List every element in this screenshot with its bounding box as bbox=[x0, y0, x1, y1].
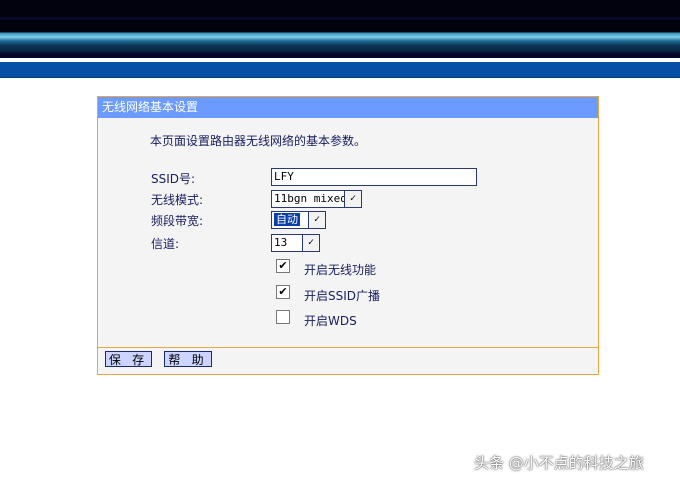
save-button[interactable]: 保 存 bbox=[105, 351, 152, 367]
intro-text: 本页面设置路由器无线网络的基本参数。 bbox=[150, 134, 367, 148]
enable-wds-label: 开启WDS bbox=[304, 314, 357, 328]
divider bbox=[98, 347, 598, 348]
mode-label: 无线模式: bbox=[151, 193, 204, 207]
enable-wireless-label: 开启无线功能 bbox=[304, 263, 377, 277]
mode-value: 11bgn mixed bbox=[274, 192, 347, 205]
help-button[interactable]: 帮 助 bbox=[164, 351, 212, 367]
wireless-settings-panel: 无线网络基本设置 本页面设置路由器无线网络的基本参数。 SSID号: LFY 无… bbox=[97, 96, 599, 375]
bandwidth-value: 自动 bbox=[274, 213, 300, 226]
channel-value: 13 bbox=[274, 236, 288, 249]
channel-select[interactable]: 13 ✓ bbox=[271, 234, 320, 252]
bandwidth-select[interactable]: 自动 ✓ bbox=[271, 211, 326, 229]
bandwidth-label: 频段带宽: bbox=[151, 214, 204, 228]
chevron-down-icon: ✓ bbox=[308, 212, 325, 228]
watermark: 头条 @小不点的科技之旅 bbox=[474, 454, 644, 472]
panel-title: 无线网络基本设置 bbox=[98, 97, 598, 118]
mode-select[interactable]: 11bgn mixed ✓ bbox=[271, 190, 362, 208]
ssid-value: LFY bbox=[274, 170, 294, 183]
ssid-label: SSID号: bbox=[151, 172, 196, 186]
chevron-down-icon: ✓ bbox=[302, 235, 319, 251]
header-banner bbox=[0, 0, 680, 58]
enable-ssid-broadcast-checkbox[interactable]: ✔ bbox=[276, 285, 290, 299]
chevron-down-icon: ✓ bbox=[344, 191, 361, 207]
header-blue-bar bbox=[0, 62, 680, 78]
enable-ssid-broadcast-label: 开启SSID广播 bbox=[304, 289, 381, 303]
ssid-input[interactable]: LFY bbox=[271, 168, 477, 186]
enable-wireless-checkbox[interactable]: ✔ bbox=[276, 259, 290, 273]
enable-wds-checkbox[interactable] bbox=[276, 310, 290, 324]
channel-label: 信道: bbox=[151, 237, 180, 251]
